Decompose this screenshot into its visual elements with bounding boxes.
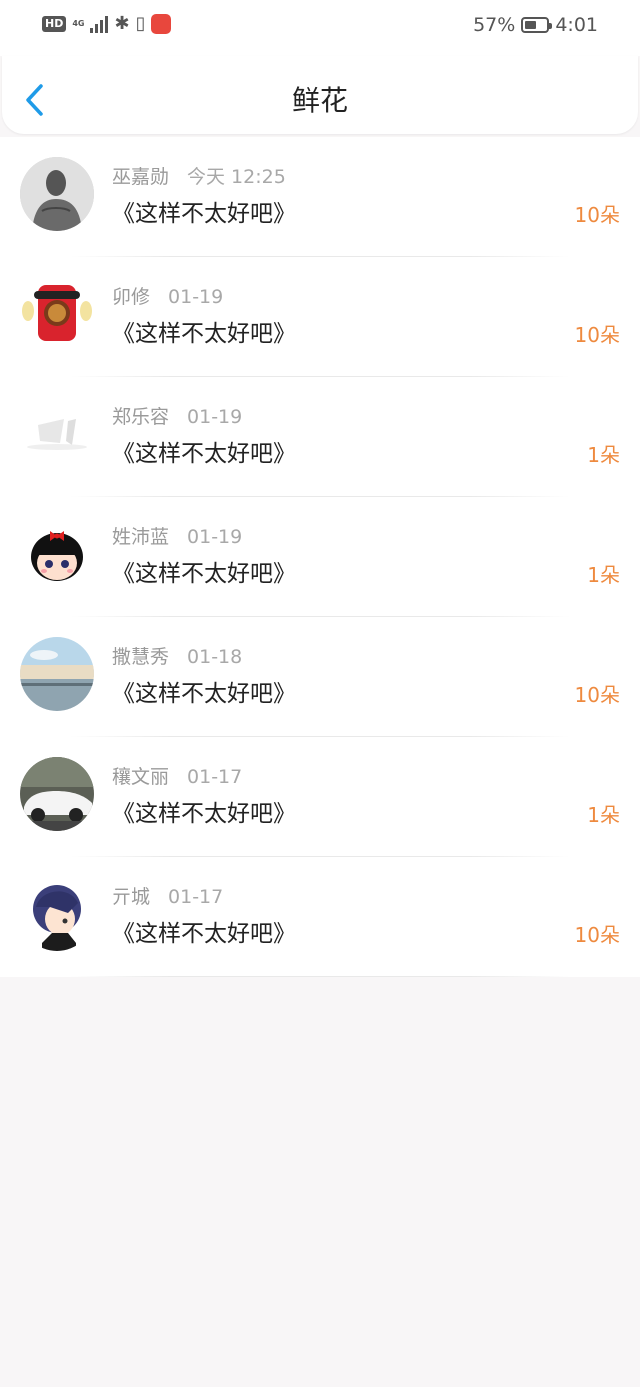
timestamp: 01-19 [187,406,243,428]
item-meta: 郑乐容 01-19 [112,405,242,429]
clock: 4:01 [555,14,598,36]
nav-bar: 鲜花 [2,56,638,134]
timestamp: 今天 12:25 [187,166,286,188]
sender-name: 郑乐容 [112,406,170,428]
flower-list: 巫嘉勋 今天 12:25 《这样不太好吧》 10朵 卯修 01-19 《这样不太好吧… [0,137,640,977]
item-message: 《这样不太好吧》 [112,921,296,947]
timestamp: 01-19 [168,286,224,308]
status-icons-right: 57% 4:01 [473,14,598,36]
app-notification-icon [151,14,172,34]
timestamp: 01-19 [187,526,243,548]
item-meta: 穰文丽 01-17 [112,765,242,789]
list-item[interactable]: 姓沛蓝 01-19 《这样不太好吧》 1朵 [0,497,640,617]
flower-count: 10朵 [574,923,620,947]
signal-icon [90,15,109,33]
sender-name: 撒慧秀 [112,646,170,668]
list-item[interactable]: 穰文丽 01-17 《这样不太好吧》 1朵 [0,737,640,857]
status-bar: HD 4G ✱ ▯ 57% 4:01 [0,0,640,56]
item-message: 《这样不太好吧》 [112,561,296,587]
avatar [20,277,94,351]
avatar [20,517,94,591]
item-message: 《这样不太好吧》 [112,801,296,827]
flower-count: 1朵 [587,563,620,587]
item-message: 《这样不太好吧》 [112,441,296,467]
flower-count: 1朵 [587,803,620,827]
avatar [20,757,94,831]
item-meta: 巫嘉勋 今天 12:25 [112,165,286,189]
timestamp: 01-17 [168,886,224,908]
bluetooth-icon: ✱ [114,13,130,34]
item-meta: 撒慧秀 01-18 [112,645,242,669]
flower-count: 1朵 [587,443,620,467]
flower-count: 10朵 [574,323,620,347]
flower-count: 10朵 [574,683,620,707]
list-item[interactable]: 亓城 01-17 《这样不太好吧》 10朵 [0,857,640,977]
timestamp: 01-18 [187,646,243,668]
battery-percent: 57% [473,14,516,36]
list-item[interactable]: 卯修 01-19 《这样不太好吧》 10朵 [0,257,640,377]
list-item[interactable]: 巫嘉勋 今天 12:25 《这样不太好吧》 10朵 [0,137,640,257]
flower-count: 10朵 [574,203,620,227]
sender-name: 亓城 [112,886,151,908]
item-meta: 亓城 01-17 [112,885,223,909]
list-item[interactable]: 郑乐容 01-19 《这样不太好吧》 1朵 [0,377,640,497]
list-item[interactable]: 撒慧秀 01-18 《这样不太好吧》 10朵 [0,617,640,737]
sender-name: 卯修 [112,286,151,308]
item-message: 《这样不太好吧》 [112,321,296,347]
page-title: 鲜花 [291,84,348,117]
avatar [20,157,94,231]
item-meta: 姓沛蓝 01-19 [112,525,242,549]
vibrate-icon: ▯ [135,13,146,34]
item-message: 《这样不太好吧》 [112,201,296,227]
divider [70,976,570,977]
network-type: 4G [72,19,85,28]
item-meta: 卯修 01-19 [112,285,223,309]
timestamp: 01-17 [187,766,243,788]
avatar [20,637,94,711]
sender-name: 姓沛蓝 [112,526,170,548]
item-message: 《这样不太好吧》 [112,681,296,707]
hd-icon: HD [42,16,67,32]
battery-icon [521,17,553,33]
avatar [20,877,94,951]
avatar [20,397,94,471]
status-icons-left: HD 4G ✱ ▯ [42,13,172,34]
sender-name: 穰文丽 [112,766,170,788]
sender-name: 巫嘉勋 [112,166,170,188]
